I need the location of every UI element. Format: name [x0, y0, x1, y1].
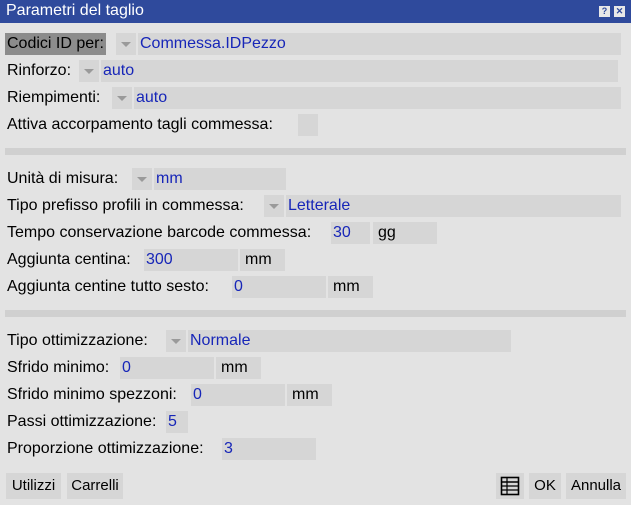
ottimizzazione-dropdown-arrow[interactable] [166, 330, 186, 352]
sfrido-label: Sfrido minimo: [7, 359, 110, 376]
sfrido-value[interactable]: 0 [120, 357, 214, 379]
utilizzi-button[interactable]: Utilizzi [6, 473, 61, 499]
barcode-unit: gg [373, 222, 437, 244]
accorpamento-label: Attiva accorpamento tagli commessa: [7, 116, 273, 133]
proporzione-value[interactable]: 3 [222, 438, 316, 460]
sesto-value[interactable]: 0 [232, 276, 326, 298]
section-divider [5, 148, 626, 155]
riempimenti-dropdown-arrow[interactable] [112, 87, 132, 109]
unita-dropdown-arrow[interactable] [132, 168, 152, 190]
carrelli-button[interactable]: Carrelli [67, 473, 123, 499]
proporzione-label: Proporzione ottimizzazione: [7, 440, 204, 457]
table-view-button[interactable] [496, 473, 524, 499]
centina-label: Aggiunta centina: [7, 251, 131, 268]
codici-id-value[interactable]: Commessa.IDPezzo [138, 33, 621, 55]
codici-id-label: Codici ID per: [5, 33, 106, 55]
unita-label: Unità di misura: [7, 170, 119, 187]
annulla-button[interactable]: Annulla [566, 473, 626, 499]
sesto-label: Aggiunta centine tutto sesto: [7, 278, 209, 295]
rinforzo-label: Rinforzo: [7, 62, 72, 79]
unita-value[interactable]: mm [154, 168, 286, 190]
codici-id-dropdown-arrow[interactable] [116, 33, 136, 55]
table-icon [500, 476, 520, 496]
passi-label: Passi ottimizzazione: [7, 413, 157, 430]
rinforzo-dropdown-arrow[interactable] [79, 60, 99, 82]
centina-unit: mm [240, 249, 285, 271]
prefisso-dropdown-arrow[interactable] [264, 195, 284, 217]
spezzoni-label: Sfrido minimo spezzoni: [7, 386, 177, 403]
ottimizzazione-value[interactable]: Normale [188, 330, 511, 352]
title-bar: Parametri del taglio ? ✕ [0, 0, 631, 23]
riempimenti-label: Riempimenti: [7, 89, 101, 106]
spezzoni-value[interactable]: 0 [191, 384, 285, 406]
barcode-value[interactable]: 30 [331, 222, 370, 244]
ok-button[interactable]: OK [529, 473, 561, 499]
riempimenti-value[interactable]: auto [134, 87, 621, 109]
centina-value[interactable]: 300 [144, 249, 238, 271]
help-icon[interactable]: ? [599, 6, 610, 17]
sfrido-unit: mm [216, 357, 261, 379]
spezzoni-unit: mm [287, 384, 332, 406]
window-title: Parametri del taglio [6, 2, 144, 19]
passi-value[interactable]: 5 [166, 411, 188, 433]
accorpamento-checkbox[interactable] [298, 114, 318, 136]
ottimizzazione-label: Tipo ottimizzazione: [7, 332, 148, 349]
close-icon[interactable]: ✕ [614, 6, 625, 17]
sesto-unit: mm [328, 276, 373, 298]
rinforzo-value[interactable]: auto [101, 60, 618, 82]
barcode-label: Tempo conservazione barcode commessa: [7, 224, 312, 241]
prefisso-label: Tipo prefisso profili in commessa: [7, 197, 244, 214]
dialog-window: Parametri del taglio ? ✕ Codici ID per: … [0, 0, 631, 504]
section-divider [5, 310, 626, 317]
prefisso-value[interactable]: Letterale [286, 195, 621, 217]
